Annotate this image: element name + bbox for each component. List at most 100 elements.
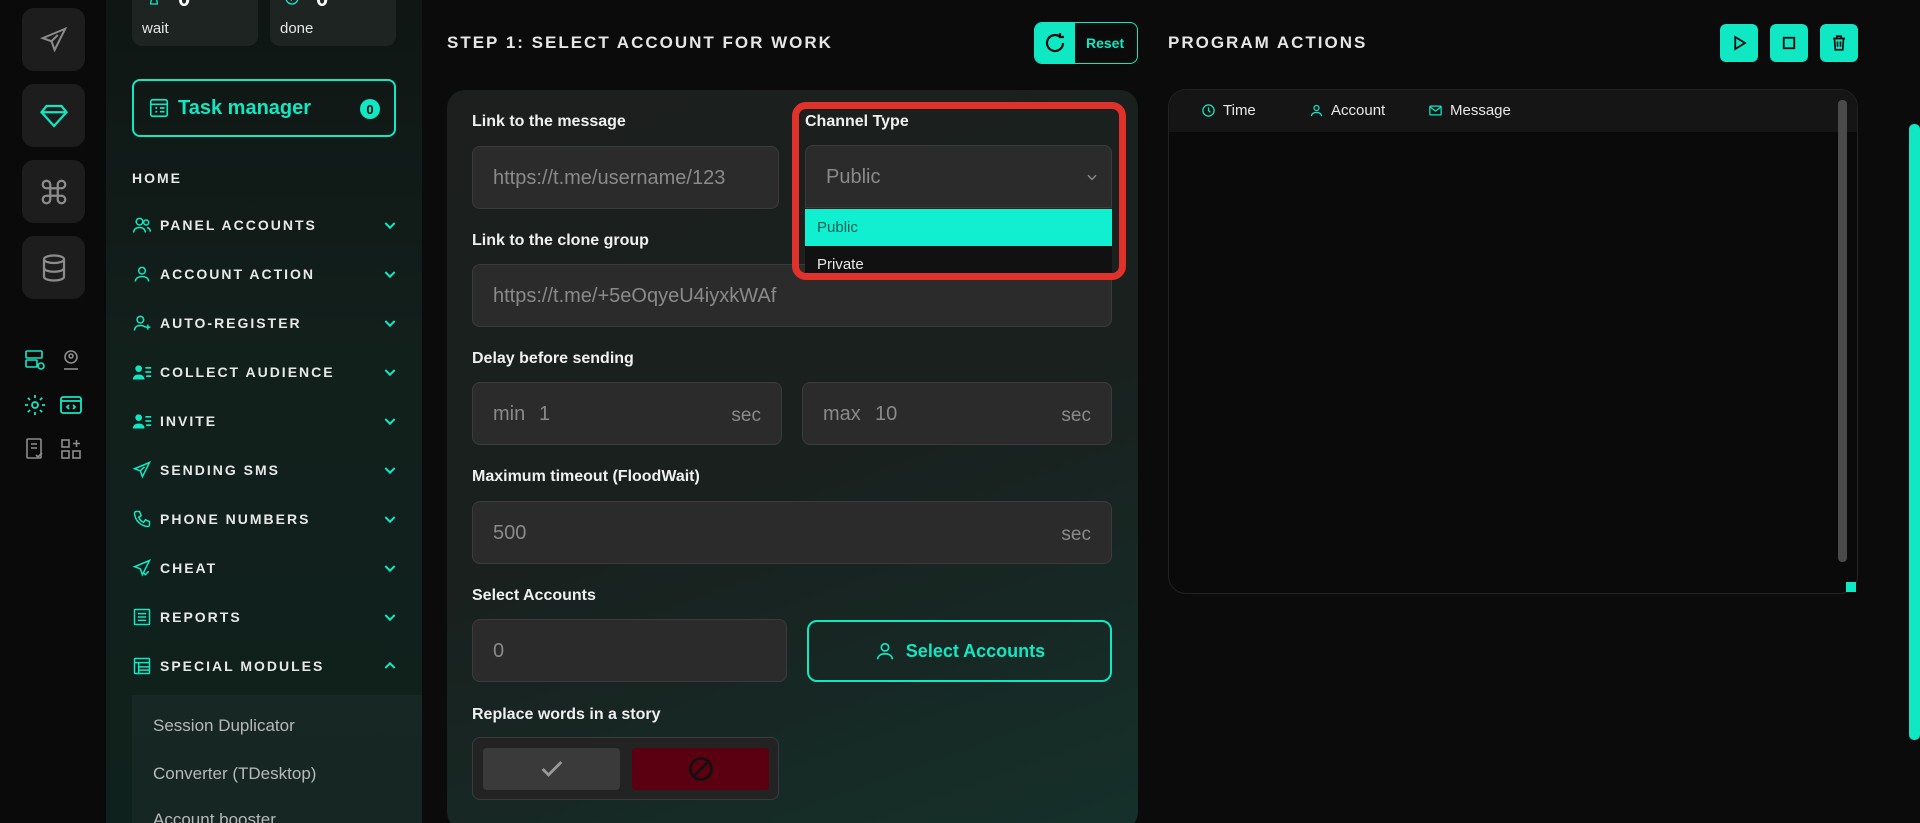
- submenu-session-duplicator[interactable]: Session Duplicator: [153, 716, 295, 736]
- hourglass-icon: [150, 0, 158, 5]
- nav-home[interactable]: HOME: [132, 170, 182, 186]
- user-pin-icon: [64, 350, 78, 370]
- toggle-disable-button[interactable]: [632, 748, 769, 790]
- log-scrollbar[interactable]: [1838, 100, 1847, 562]
- nav-label: SPECIAL MODULES: [160, 658, 325, 674]
- command-nav-button[interactable]: [22, 160, 85, 223]
- apps-button[interactable]: [58, 436, 84, 462]
- delay-min-input[interactable]: min 1 sec: [472, 382, 782, 445]
- chevron-down-icon: [384, 565, 396, 573]
- play-button[interactable]: [1720, 24, 1758, 62]
- reset-button[interactable]: Reset: [1034, 22, 1138, 64]
- phone-icon: [133, 510, 151, 528]
- channel-option-private[interactable]: Private: [805, 246, 1112, 273]
- telegram-nav-button[interactable]: [22, 8, 85, 71]
- channel-type-label: Channel Type: [805, 113, 909, 130]
- nav-collect-audience[interactable]: COLLECT AUDIENCE: [132, 357, 398, 387]
- nav-cheat[interactable]: CHEAT: [132, 553, 398, 583]
- wait-counter: 0 wait: [132, 0, 258, 46]
- nav-label: PANEL ACCOUNTS: [160, 217, 317, 233]
- clock-icon: [1202, 104, 1215, 117]
- settings-button[interactable]: [22, 392, 48, 418]
- select-accounts-button-label: Select Accounts: [905, 640, 1046, 661]
- replace-words-label: Replace words in a story: [472, 706, 661, 723]
- task-count-badge: 0: [360, 99, 380, 119]
- program-actions-title: PROGRAM ACTIONS: [1168, 33, 1368, 52]
- report-icon: [133, 608, 151, 626]
- delay-max-value: 10: [875, 403, 898, 425]
- done-label: done: [280, 20, 314, 37]
- nav-phone-numbers[interactable]: PHONE NUMBERS: [132, 504, 398, 534]
- stop-button[interactable]: [1770, 24, 1808, 62]
- chevron-down-icon: [384, 467, 396, 475]
- step-title: STEP 1: SELECT ACCOUNT FOR WORK: [447, 33, 833, 52]
- column-time: Time: [1201, 102, 1256, 119]
- diamond-nav-button[interactable]: [22, 84, 85, 147]
- nav-sending-sms[interactable]: SENDING SMS: [132, 455, 398, 485]
- task-manager-button[interactable]: Task manager 0: [132, 79, 396, 137]
- chevron-down-icon: [384, 222, 396, 230]
- database-nav-button[interactable]: [22, 236, 85, 299]
- nav-invite[interactable]: INVITE: [132, 406, 398, 436]
- resize-handle[interactable]: [1846, 582, 1856, 592]
- server-settings-button[interactable]: [22, 347, 48, 373]
- stop-icon: [1782, 36, 1796, 50]
- check-circle-icon: [285, 0, 299, 5]
- nav-reports[interactable]: REPORTS: [132, 602, 398, 632]
- user-icon: [1310, 104, 1323, 117]
- timeout-label: Maximum timeout (FloodWait): [472, 468, 700, 485]
- channel-type-value: Public: [826, 166, 881, 188]
- nav-account-action[interactable]: ACCOUNT ACTION: [132, 259, 398, 289]
- timeout-input[interactable]: 500 sec: [472, 501, 1112, 564]
- program-log: Time Account Message: [1168, 89, 1858, 594]
- wait-label: wait: [142, 20, 169, 37]
- page-scrollbar[interactable]: [1909, 124, 1920, 740]
- channel-option-public[interactable]: Public: [805, 209, 1112, 246]
- delay-min-unit: sec: [731, 405, 761, 426]
- nav-label: SENDING SMS: [160, 462, 281, 478]
- chevron-up-icon: [384, 661, 396, 669]
- nav-special-modules[interactable]: SPECIAL MODULES: [132, 651, 398, 681]
- column-message-label: Message: [1450, 102, 1511, 119]
- timeout-value: 500: [493, 522, 527, 544]
- wait-count: 0: [178, 0, 190, 12]
- apps-grid-icon: [61, 439, 81, 459]
- diamond-icon: [39, 104, 68, 128]
- column-time-label: Time: [1223, 102, 1256, 119]
- nav-label: INVITE: [160, 413, 218, 429]
- document-check-icon: [26, 438, 43, 459]
- submenu-account-booster[interactable]: Account booster: [153, 810, 276, 823]
- users-icon: [132, 217, 152, 233]
- column-message: Message: [1428, 102, 1511, 119]
- reset-label: Reset: [1086, 35, 1125, 51]
- delay-max-input[interactable]: max 10 sec: [802, 382, 1112, 445]
- clear-log-button[interactable]: [1820, 24, 1858, 62]
- message-link-label: Link to the message: [472, 113, 626, 130]
- nav-label: COLLECT AUDIENCE: [160, 364, 335, 380]
- channel-type-select[interactable]: Public: [805, 145, 1112, 208]
- delay-label: Delay before sending: [472, 350, 634, 367]
- user-location-button[interactable]: [58, 347, 84, 373]
- gear-icon: [25, 395, 45, 415]
- checklist-button[interactable]: [22, 436, 48, 462]
- message-link-input[interactable]: https://t.me/username/123: [472, 146, 779, 209]
- nav-panel-accounts[interactable]: PANEL ACCOUNTS: [132, 210, 398, 240]
- paper-plane-icon: [39, 26, 67, 53]
- ban-icon: [688, 757, 713, 781]
- check-icon: [541, 761, 562, 777]
- accounts-count-input[interactable]: 0: [472, 619, 787, 682]
- nav-auto-register[interactable]: AUTO-REGISTER: [132, 308, 398, 338]
- chevron-down-icon: [384, 320, 396, 328]
- code-window-button[interactable]: [58, 392, 84, 418]
- paper-plane-icon: [132, 461, 152, 479]
- submenu-converter[interactable]: Converter (TDesktop): [153, 764, 316, 784]
- select-accounts-button[interactable]: Select Accounts: [807, 620, 1112, 682]
- toggle-enable-button[interactable]: [483, 748, 620, 790]
- server-gear-icon: [25, 350, 45, 370]
- timeout-unit: sec: [1061, 524, 1091, 545]
- delay-max-prefix: max: [823, 403, 861, 425]
- user-plus-icon: [133, 315, 151, 331]
- message-link-placeholder: https://t.me/username/123: [493, 167, 726, 189]
- nav-label: REPORTS: [160, 609, 242, 625]
- chevron-down-icon: [384, 271, 396, 279]
